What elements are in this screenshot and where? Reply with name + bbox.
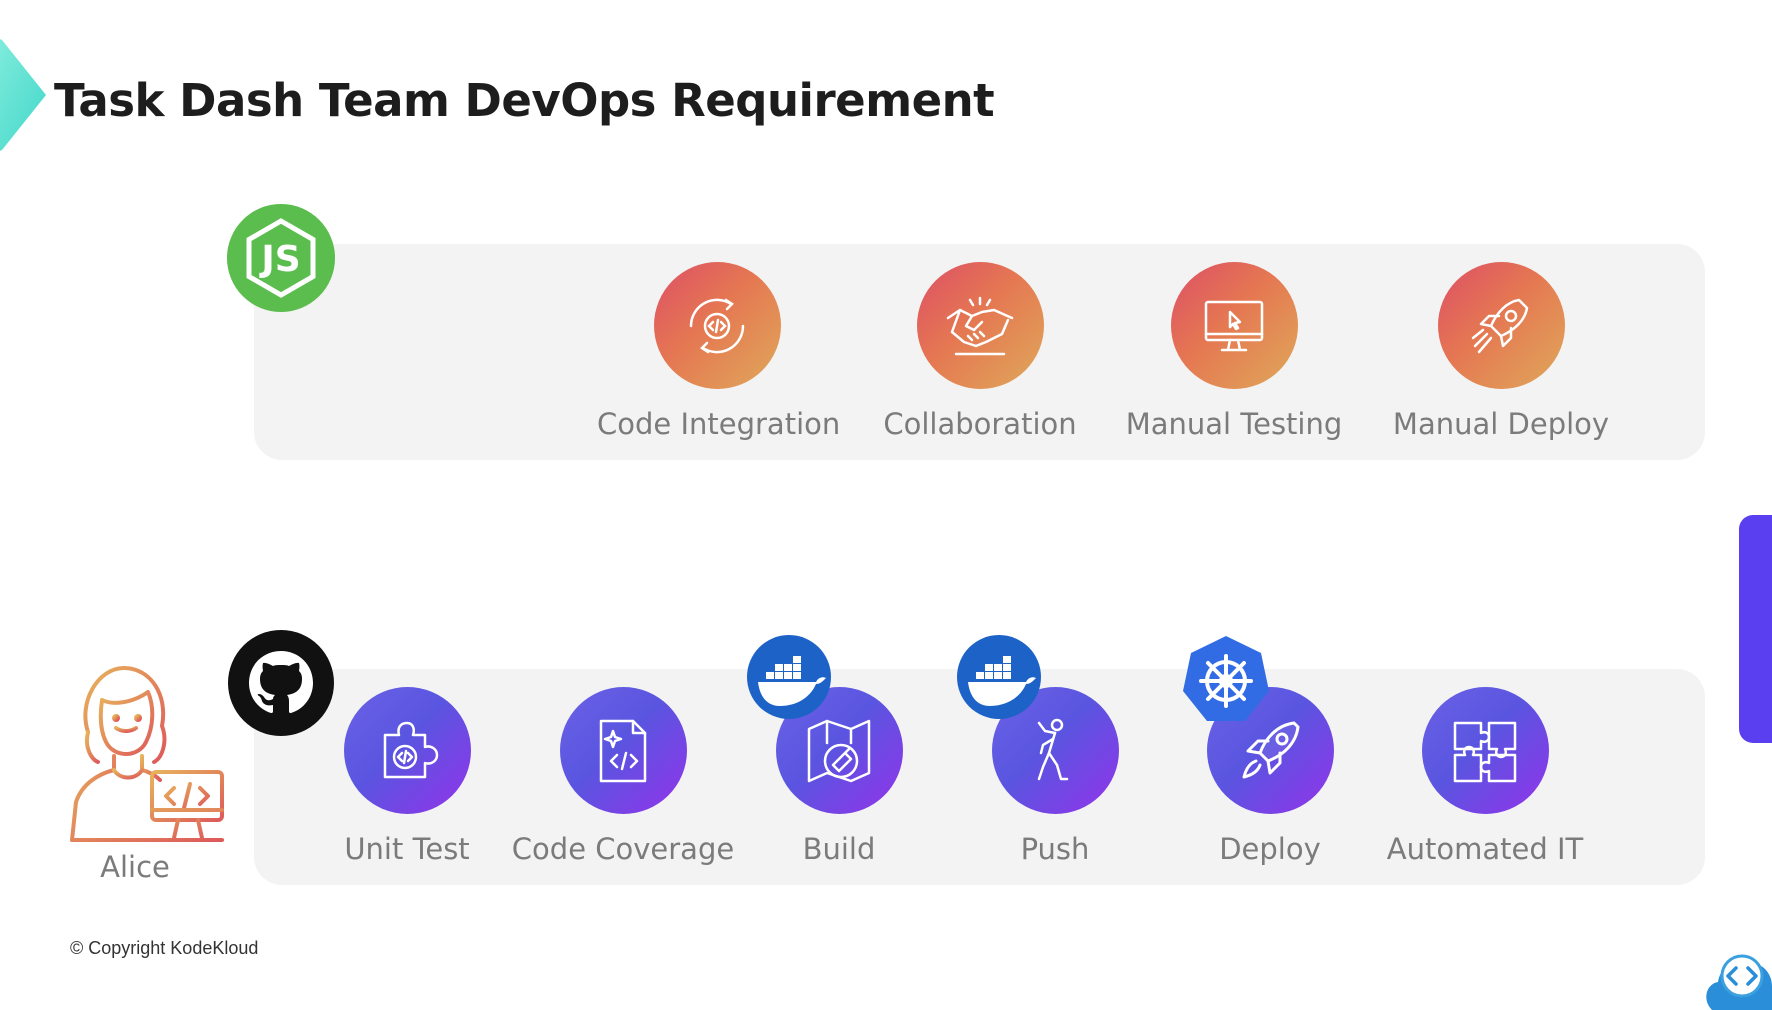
step-label: Collaboration — [883, 407, 1077, 441]
side-panel-tab[interactable] — [1739, 515, 1772, 743]
svg-text:JS: JS — [258, 239, 300, 280]
handshake-icon — [916, 262, 1044, 389]
docker-icon — [957, 635, 1041, 719]
code-file-icon — [559, 687, 687, 814]
docker-icon — [747, 635, 831, 719]
step-label: Manual Deploy — [1392, 407, 1610, 441]
puzzle-code-icon — [343, 687, 471, 814]
kubernetes-icon — [1183, 636, 1269, 721]
step-code-coverage: Code Coverage — [503, 687, 743, 866]
rocket-icon — [1437, 262, 1565, 389]
copyright-text: © Copyright KodeKloud — [70, 938, 259, 958]
step-label: Manual Testing — [1125, 407, 1343, 441]
step-label: Code Coverage — [511, 832, 735, 866]
puzzle-pieces-icon — [1421, 687, 1549, 814]
step-unit-test: Unit Test — [287, 687, 527, 866]
kodekloud-logo — [1706, 954, 1772, 1010]
code-integration-icon — [653, 262, 781, 389]
step-label: Code Integration — [597, 407, 841, 441]
step-automated-it: Automated IT — [1365, 687, 1605, 866]
developer-avatar-icon — [70, 666, 224, 842]
step-code-integration: Code Integration — [597, 262, 841, 441]
step-label: Unit Test — [344, 832, 470, 866]
persona-name: Alice — [100, 850, 170, 884]
nodejs-icon: JS — [227, 204, 335, 312]
step-label: Automated IT — [1386, 832, 1584, 866]
monitor-cursor-icon — [1170, 262, 1298, 389]
step-manual-testing: Manual Testing — [1114, 262, 1354, 441]
step-label: Build — [802, 832, 876, 866]
step-manual-deploy: Manual Deploy — [1381, 262, 1621, 441]
step-label: Push — [1020, 832, 1090, 866]
page-title: Task Dash Team DevOps Requirement — [54, 74, 995, 127]
step-label: Deploy — [1219, 832, 1321, 866]
corner-accent-shape — [0, 39, 46, 151]
step-collaboration: Collaboration — [860, 262, 1100, 441]
